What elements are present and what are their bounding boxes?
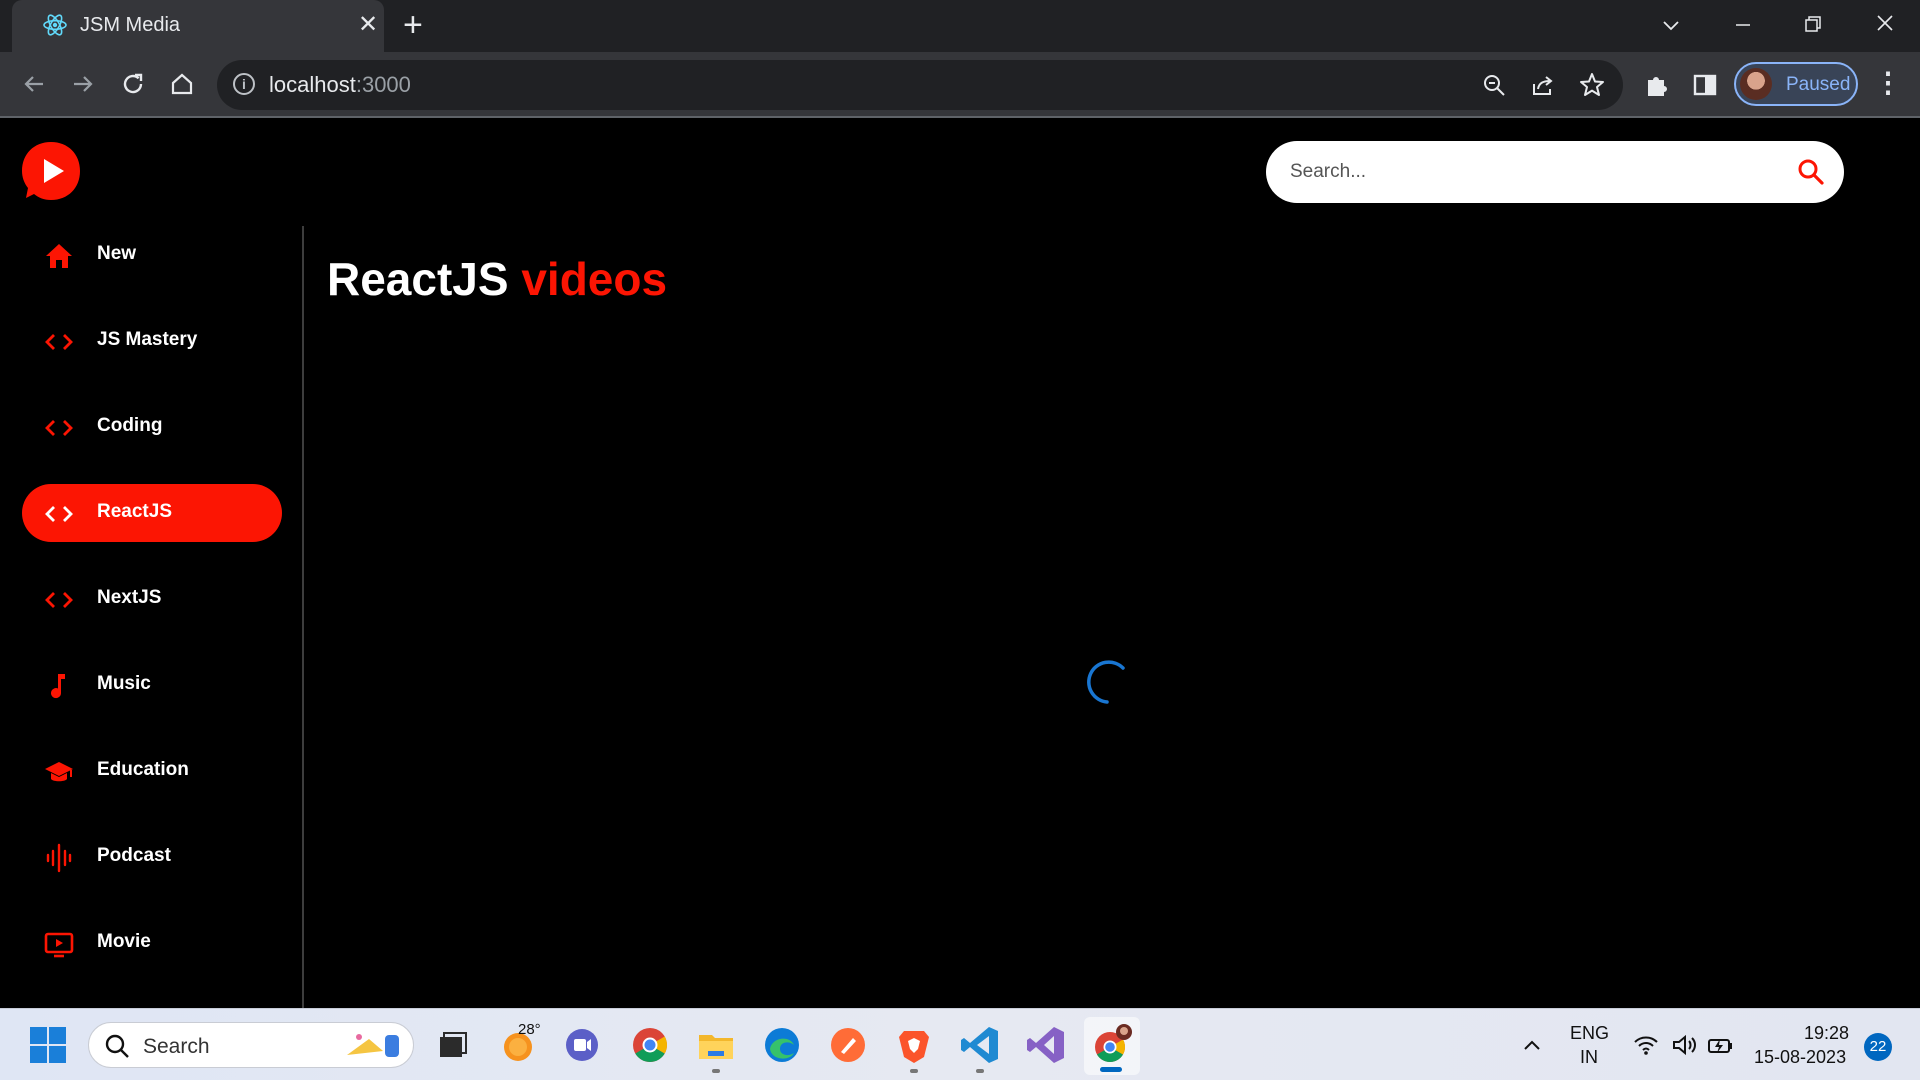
share-icon[interactable] — [1528, 70, 1558, 100]
sidebar-item-education[interactable]: Education — [22, 742, 282, 800]
sidebar-item-reactjs[interactable]: ReactJS — [22, 484, 282, 542]
search-icon[interactable] — [1792, 153, 1830, 191]
code-icon — [45, 592, 73, 608]
url-host: localhost — [269, 72, 356, 97]
profile-button[interactable]: Paused — [1734, 62, 1858, 106]
react-logo-icon — [43, 14, 67, 36]
tab-close-icon[interactable]: ✕ — [358, 12, 378, 38]
side-panel-icon[interactable] — [1688, 68, 1722, 102]
app-root: New JS Mastery Coding ReactJS NextJS Mus… — [0, 118, 1920, 1008]
page-title-accent: videos — [521, 253, 668, 305]
profile-status-label: Paused — [1786, 74, 1851, 95]
windows-start-icon[interactable] — [26, 1023, 70, 1067]
search-icon — [105, 1034, 129, 1058]
tab-search-chevron-icon[interactable] — [1660, 14, 1682, 36]
page-title: ReactJS videos — [327, 252, 667, 306]
tab-title: JSM Media — [80, 14, 181, 36]
active-app-indicator — [1100, 1067, 1122, 1072]
site-info-icon[interactable]: i — [233, 73, 255, 95]
running-indicator — [976, 1069, 984, 1073]
region-indicator[interactable]: IN — [1580, 1047, 1598, 1068]
forward-icon[interactable] — [66, 67, 100, 101]
chevron-up-icon[interactable] — [1518, 1031, 1546, 1059]
code-icon — [45, 334, 73, 350]
music-note-icon — [51, 674, 65, 699]
minimize-icon[interactable] — [1732, 14, 1754, 36]
running-indicator — [910, 1069, 918, 1073]
zoom-icon[interactable] — [1479, 70, 1509, 100]
sidebar-item-label: Education — [97, 759, 189, 780]
search-input[interactable] — [1290, 155, 1760, 189]
taskbar-search-label: Search — [143, 1035, 210, 1058]
sidebar-item-new[interactable]: New — [22, 226, 282, 284]
sidebar-item-label: ReactJS — [97, 501, 172, 522]
sidebar-item-coding[interactable]: Coding — [22, 398, 282, 456]
browser-tab-strip: JSM Media ✕ + — [0, 0, 1920, 52]
sidebar-item-label: JS Mastery — [97, 329, 198, 350]
code-icon — [45, 506, 73, 522]
browser-menu-icon[interactable]: ⋮ — [1874, 66, 1902, 100]
soundwave-icon — [46, 843, 72, 873]
avatar — [1740, 68, 1772, 100]
home-icon — [46, 244, 72, 268]
url-text[interactable]: localhost:3000 — [269, 72, 411, 98]
clock-time[interactable]: 19:28 — [1804, 1023, 1849, 1044]
edge-icon[interactable] — [760, 1023, 804, 1067]
sidebar-item-movie[interactable]: Movie — [22, 914, 282, 972]
extensions-icon[interactable] — [1640, 68, 1674, 102]
browser-tab-active[interactable]: JSM Media ✕ — [12, 0, 384, 52]
os-taskbar: Search 28° ENG IN 19:28 15-08-2023 22 — [0, 1008, 1920, 1080]
task-view-icon[interactable] — [430, 1023, 474, 1067]
battery-charging-icon[interactable] — [1706, 1031, 1734, 1059]
page-title-main: ReactJS — [327, 253, 509, 305]
sidebar-item-label: Movie — [97, 931, 151, 952]
brave-icon[interactable] — [892, 1023, 936, 1067]
weather-temperature: 28° — [518, 1021, 541, 1038]
sidebar-item-podcast[interactable]: Podcast — [22, 828, 282, 886]
loading-spinner-icon — [1087, 660, 1125, 704]
sidebar-item-nextjs[interactable]: NextJS — [22, 570, 282, 628]
sidebar-item-label: Music — [97, 673, 151, 694]
running-indicator — [712, 1069, 720, 1073]
teams-chat-icon[interactable] — [560, 1023, 604, 1067]
search-bar — [1266, 141, 1844, 203]
restore-icon[interactable] — [1802, 13, 1824, 35]
wifi-icon[interactable] — [1632, 1031, 1660, 1059]
home-button-icon[interactable] — [165, 67, 199, 101]
postman-icon[interactable] — [826, 1023, 870, 1067]
sidebar-item-label: Coding — [97, 415, 163, 436]
vscode-icon[interactable] — [958, 1023, 1002, 1067]
sidebar-item-label: Podcast — [97, 845, 171, 866]
chrome-profile-icon[interactable] — [1090, 1023, 1134, 1067]
clock-date[interactable]: 15-08-2023 — [1754, 1047, 1846, 1068]
tv-icon — [44, 932, 74, 958]
app-logo-icon[interactable] — [20, 140, 82, 202]
taskbar-search-box[interactable]: Search — [88, 1022, 414, 1068]
sidebar-item-label: NextJS — [97, 587, 162, 608]
address-bar[interactable]: i localhost:3000 — [217, 60, 1623, 110]
search-highlight-icon — [347, 1034, 399, 1057]
language-indicator[interactable]: ENG — [1570, 1023, 1609, 1044]
sidebar-item-music[interactable]: Music — [22, 656, 282, 714]
sidebar-item-js-mastery[interactable]: JS Mastery — [22, 312, 282, 370]
reload-icon[interactable] — [116, 67, 150, 101]
chrome-icon[interactable] — [628, 1023, 672, 1067]
close-window-icon[interactable] — [1874, 12, 1896, 34]
new-tab-button[interactable]: + — [403, 8, 423, 42]
volume-icon[interactable] — [1670, 1031, 1698, 1059]
sidebar-item-label: New — [97, 243, 137, 264]
back-icon[interactable] — [17, 67, 51, 101]
browser-toolbar: i localhost:3000 Paused ⋮ — [0, 52, 1920, 118]
graduation-cap-icon — [45, 762, 73, 782]
notification-badge[interactable]: 22 — [1864, 1033, 1892, 1061]
code-icon — [45, 420, 73, 436]
bookmark-star-icon[interactable] — [1577, 70, 1607, 100]
category-sidebar: New JS Mastery Coding ReactJS NextJS Mus… — [0, 226, 304, 1008]
visual-studio-icon[interactable] — [1024, 1023, 1068, 1067]
url-port: :3000 — [355, 72, 411, 97]
file-explorer-icon[interactable] — [694, 1023, 738, 1067]
